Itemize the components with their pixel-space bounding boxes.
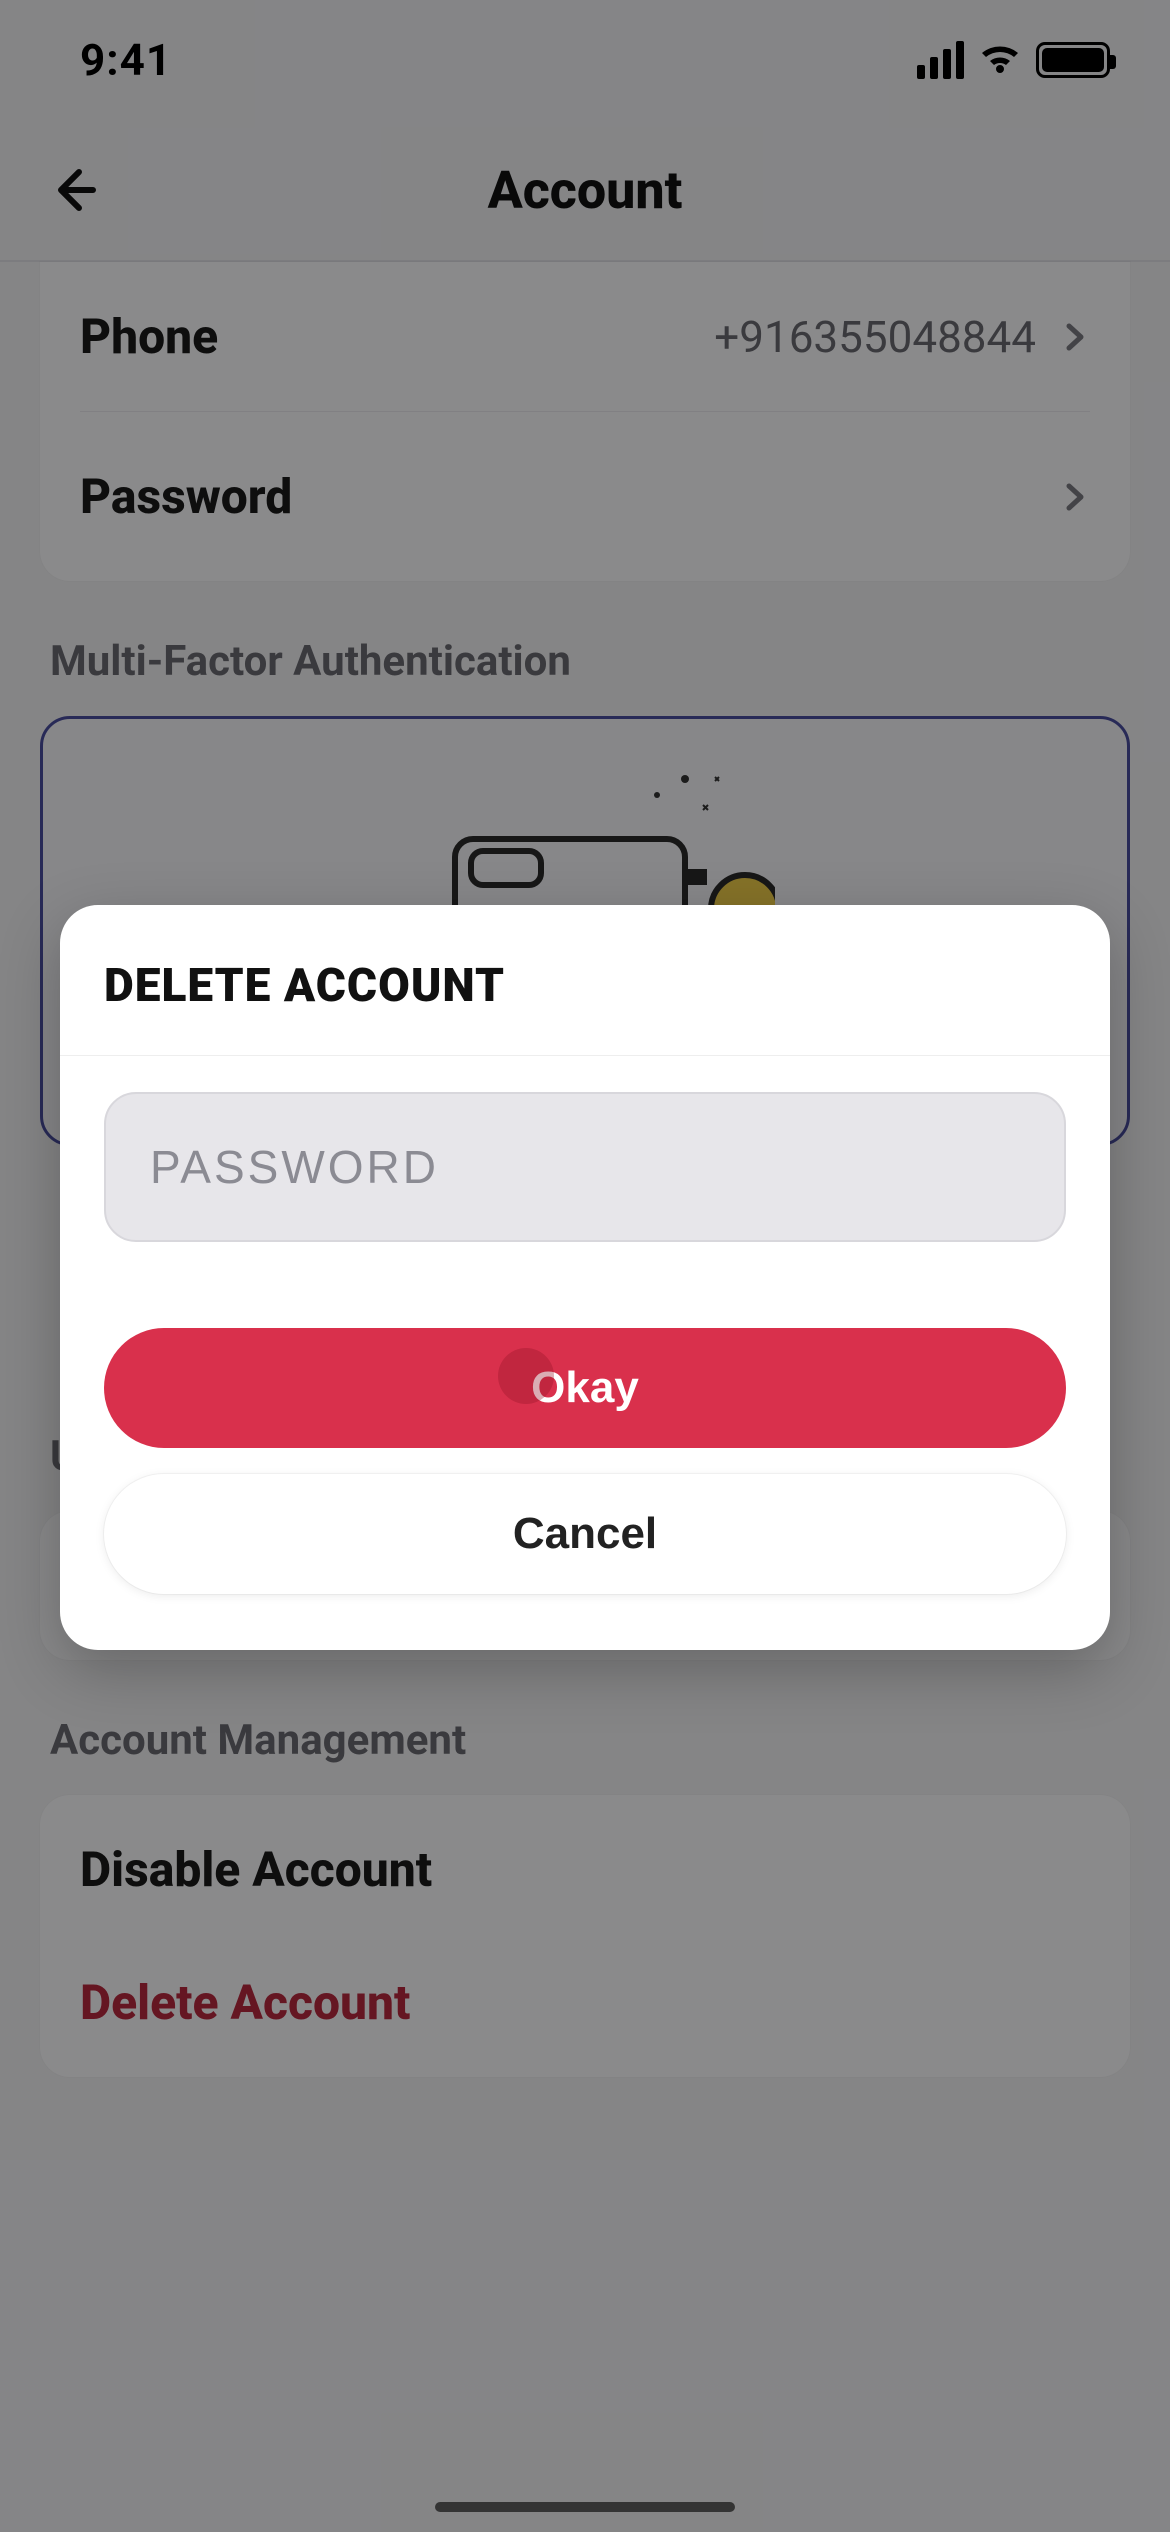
modal-title: DELETE ACCOUNT [104, 959, 1066, 1013]
home-indicator [435, 2502, 735, 2512]
okay-button[interactable]: Okay [104, 1328, 1066, 1448]
password-input[interactable] [104, 1092, 1066, 1242]
delete-account-modal: DELETE ACCOUNT Okay Cancel [60, 905, 1110, 1650]
touch-indicator [498, 1348, 554, 1404]
modal-divider [60, 1055, 1110, 1056]
cancel-button-label: Cancel [513, 1509, 657, 1559]
cancel-button[interactable]: Cancel [104, 1474, 1066, 1594]
